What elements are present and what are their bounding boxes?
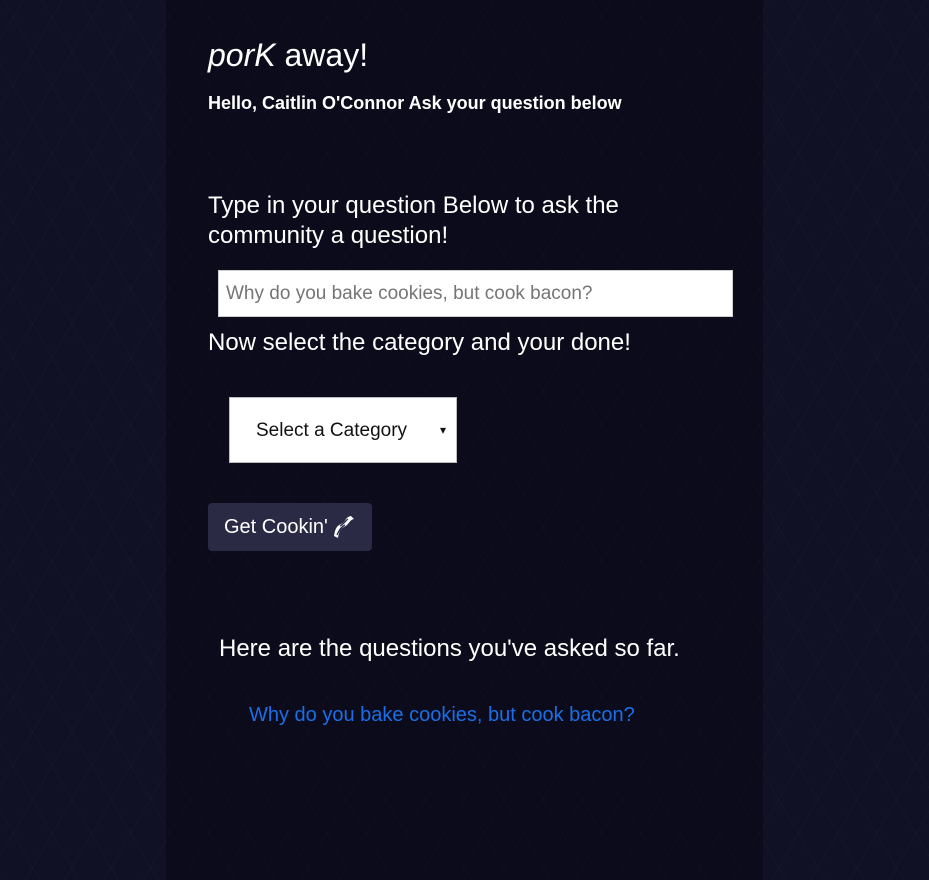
- category-select[interactable]: Select a Category ▾: [229, 397, 457, 463]
- asked-questions-heading: Here are the questions you've asked so f…: [219, 635, 680, 662]
- category-select-value: Select a Category: [256, 420, 408, 441]
- caret-down-icon: ▾: [440, 423, 447, 437]
- question-input[interactable]: [218, 270, 733, 317]
- brand-rest: away!: [275, 37, 369, 73]
- question-prompt: Type in your question Below to ask the c…: [208, 192, 619, 249]
- category-prompt: Now select the category and your done!: [208, 329, 631, 356]
- brand-emphasis: porK: [208, 37, 276, 73]
- bacon-icon: [334, 516, 354, 538]
- asked-question-link[interactable]: Why do you bake cookies, but cook bacon?: [249, 703, 635, 727]
- get-cookin-label: Get Cookin': [224, 516, 328, 538]
- brand-title: porK away!: [208, 35, 368, 75]
- greeting-text: Hello, Caitlin O'Connor Ask your questio…: [208, 93, 622, 113]
